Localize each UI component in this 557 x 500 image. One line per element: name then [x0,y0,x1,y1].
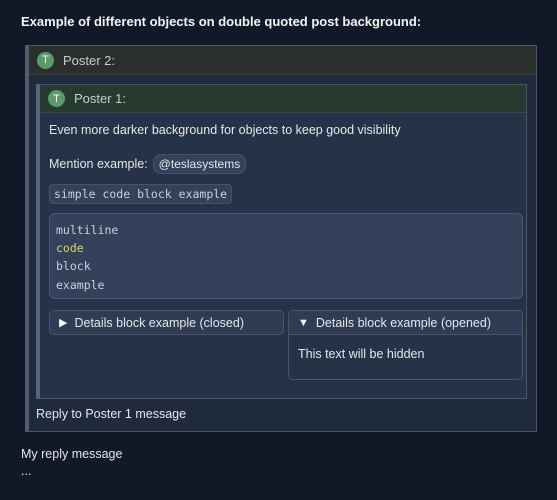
details-summary-closed[interactable]: ▶ Details block example (closed) [50,311,283,334]
details-closed: ▶ Details block example (closed) [49,310,284,335]
inner-quote: T Poster 1: Even more darker background … [36,84,527,399]
triangle-right-icon: ▶ [59,317,68,329]
inner-quote-header[interactable]: T Poster 1: [40,85,526,113]
outer-reply-text: Reply to Poster 1 message [36,407,187,421]
details-opened: ▼ Details block example (opened) This te… [288,310,523,380]
my-reply: My reply message ... [21,446,122,480]
code-line: multiline [56,223,119,237]
code-line: code [56,241,84,256]
mention-label: Mention example: [49,157,148,171]
quote-poster-name[interactable]: Poster 1: [74,91,126,106]
mention-link[interactable]: @teslasystems [152,154,247,174]
post-title: Example of different objects on double q… [21,14,422,29]
details-summary-label: Details block example (opened) [315,315,491,330]
quote-text: Even more darker background for objects … [49,123,401,137]
details-summary-opened[interactable]: ▼ Details block example (opened) [289,311,522,335]
details-summary-label: Details block example (closed) [74,315,244,330]
outer-quote: T Poster 2: T Poster 1: Even more darker… [25,45,537,432]
avatar[interactable]: T [48,90,65,107]
quote-poster-name[interactable]: Poster 2: [63,53,115,68]
outer-quote-header[interactable]: T Poster 2: [29,46,536,75]
my-reply-line: ... [21,464,32,478]
avatar[interactable]: T [37,51,54,69]
code-block: multiline code block example [49,213,523,299]
triangle-down-icon: ▼ [298,316,309,329]
mention-line: Mention example: @teslasystems [49,154,247,174]
details-body: This text will be hidden [298,347,425,361]
my-reply-line: My reply message [21,447,123,461]
code-line: block [56,259,91,274]
code-line: example [56,277,105,292]
inline-code: simple code block example [49,184,233,204]
